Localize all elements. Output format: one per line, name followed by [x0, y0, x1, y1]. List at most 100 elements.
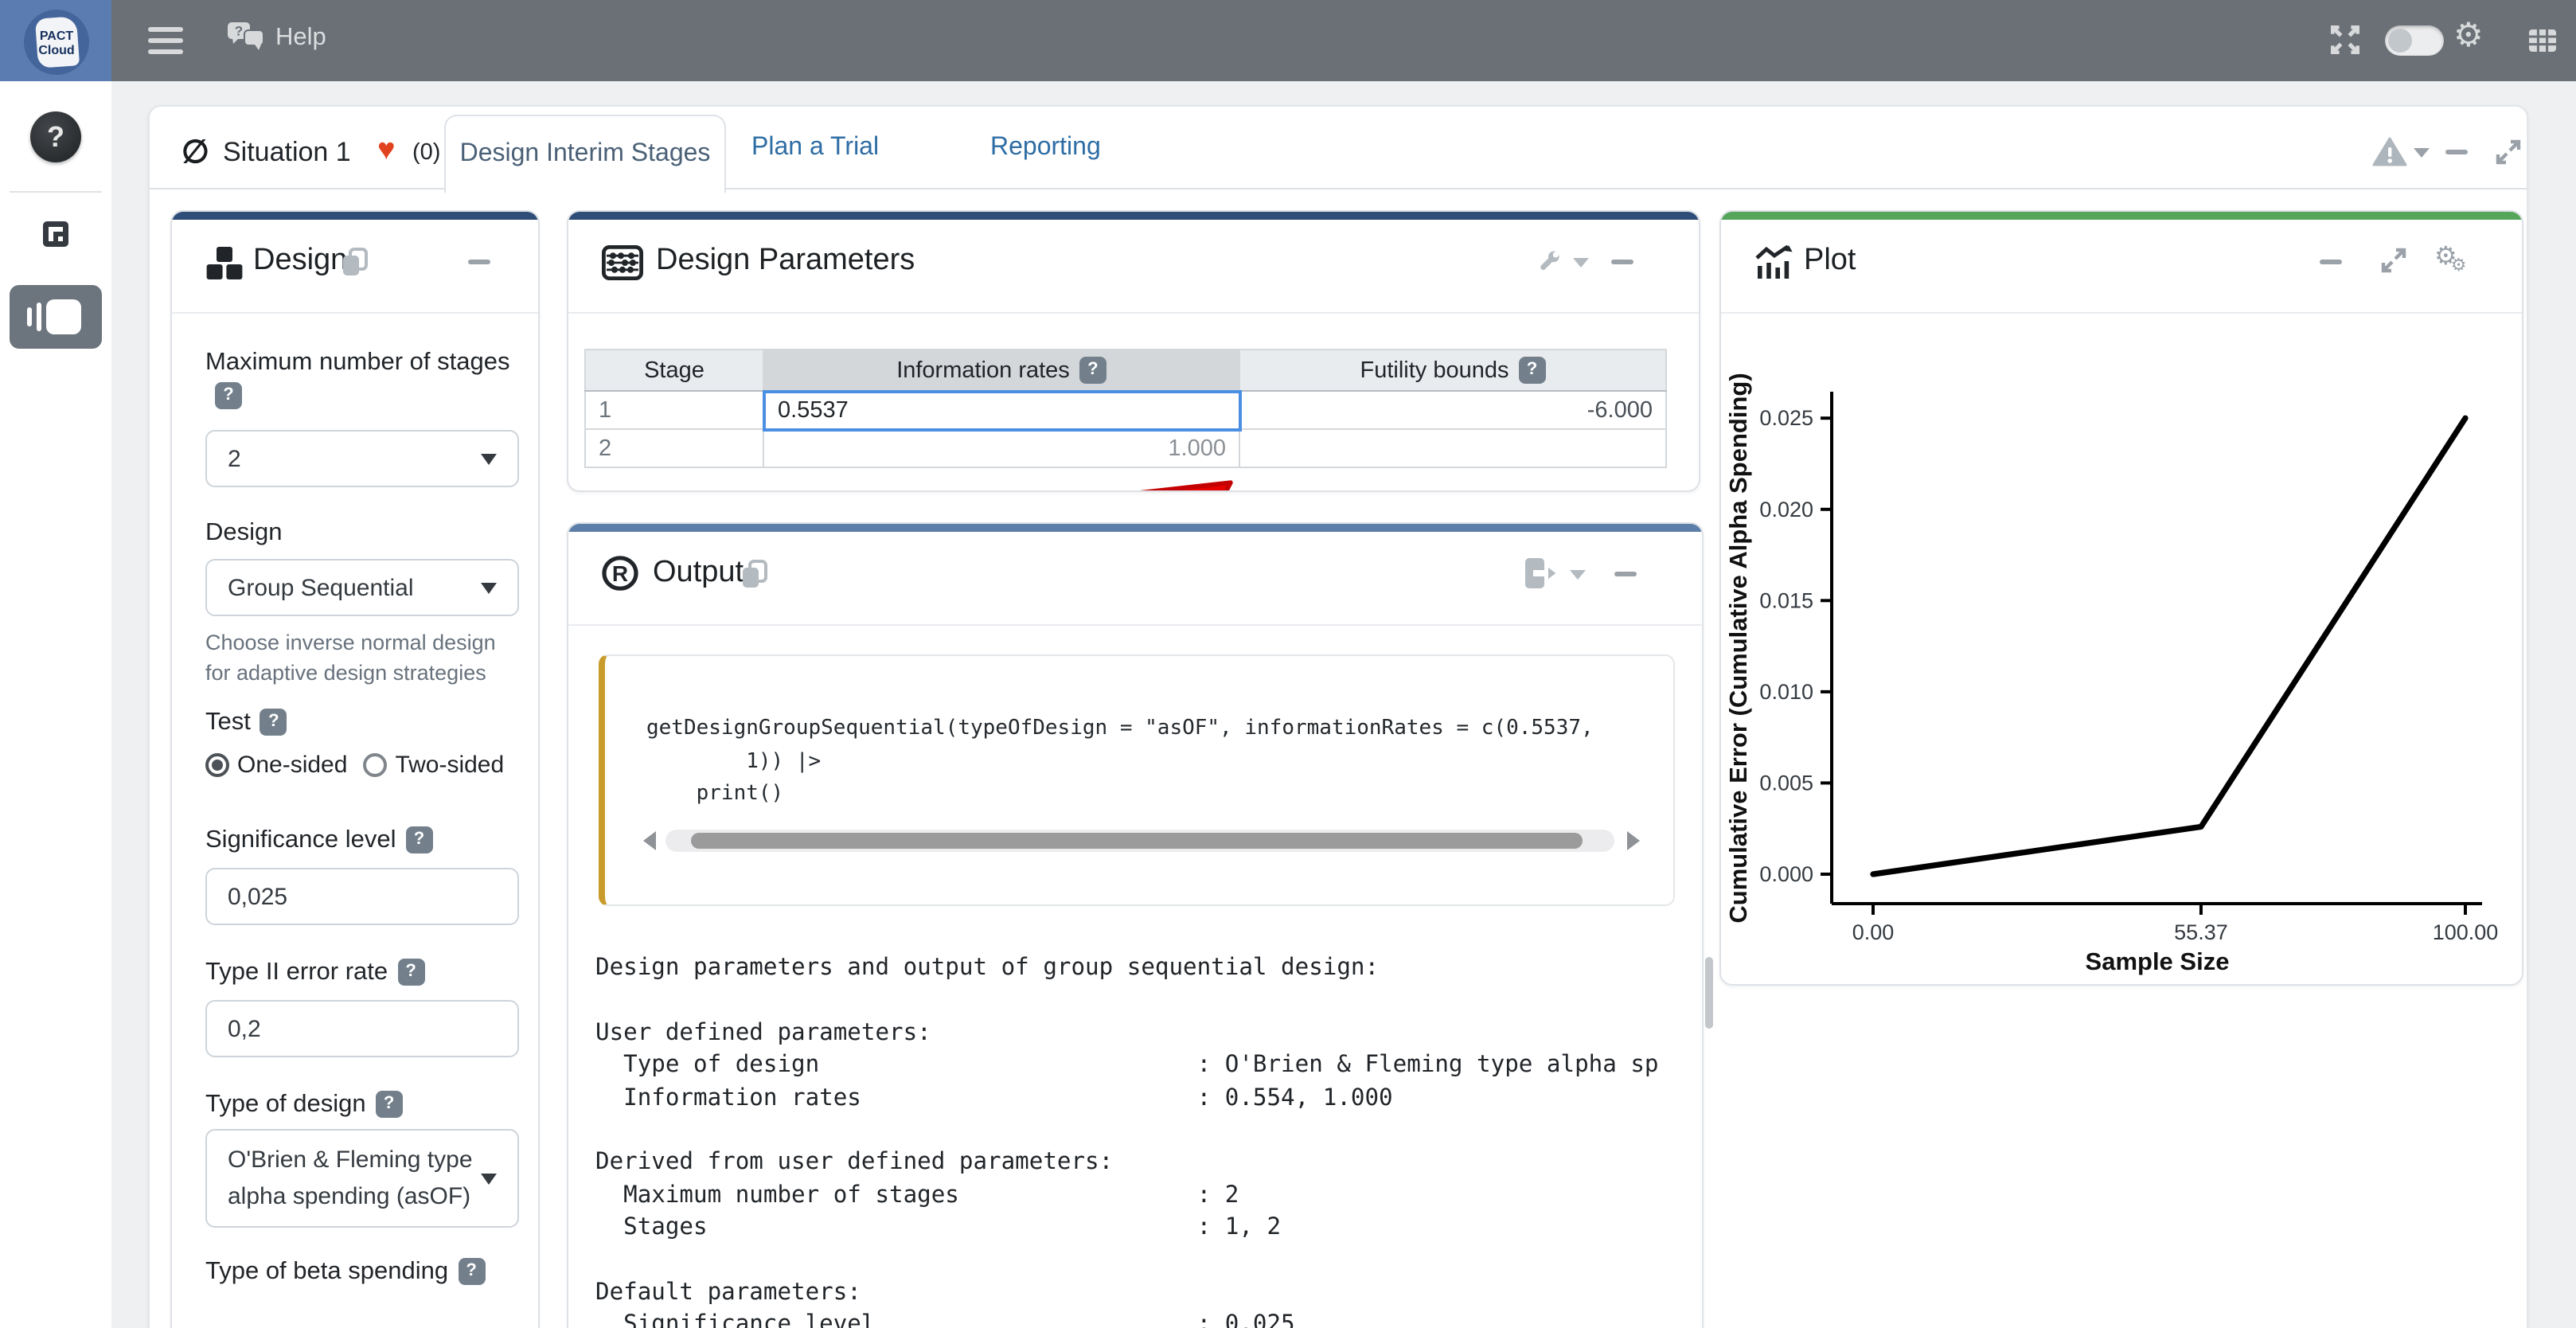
sidebar-divider — [10, 191, 102, 193]
svg-text:0.010: 0.010 — [1759, 680, 1813, 704]
menu-hamburger-icon[interactable] — [148, 27, 183, 54]
help-button[interactable]: ? Help — [228, 22, 326, 53]
chevron-down-icon — [481, 454, 497, 465]
output-panel-title: Output — [653, 556, 744, 591]
theme-toggle[interactable] — [2385, 25, 2444, 56]
design-parameters-title: Design Parameters — [656, 244, 915, 279]
col-stage[interactable]: Stage — [585, 350, 763, 391]
svg-text:0.00: 0.00 — [1852, 920, 1895, 944]
svg-text:0.015: 0.015 — [1759, 588, 1813, 612]
tab-reporting[interactable]: Reporting — [990, 107, 1101, 189]
situation-title: Situation 1 — [223, 137, 351, 169]
test-help-icon[interactable] — [260, 709, 287, 736]
table-cell[interactable] — [1239, 429, 1666, 467]
type-of-design-select[interactable]: O'Brien & Fleming type alpha spending (a… — [205, 1129, 519, 1228]
design-select[interactable]: Group Sequential — [205, 559, 519, 616]
alpha-spending-chart: 0.0000.0050.0100.0150.0200.025 0.0055.37… — [1721, 212, 2519, 978]
copy-icon[interactable] — [341, 247, 369, 277]
max-stages-select[interactable]: 2 — [205, 430, 519, 487]
design-select-helper: Choose inverse normal design for adaptiv… — [205, 627, 524, 688]
chevron-down-icon — [481, 1174, 497, 1185]
avatar[interactable]: ? — [30, 111, 81, 162]
table-row: 21.000 — [585, 429, 1666, 467]
flag-icon[interactable] — [43, 221, 68, 247]
futility-bounds-help-icon[interactable] — [1519, 357, 1546, 384]
code-hscrollbar — [643, 828, 1640, 853]
output-panel-minimize[interactable] — [1614, 572, 1637, 576]
situation-card: ∅ Situation 1 ♥ (0) Design Interim Stage… — [148, 105, 2528, 1328]
table-cell[interactable]: -6.000 — [1239, 391, 1666, 429]
tab-plan-a-trial[interactable]: Plan a Trial — [751, 107, 879, 189]
app-window: PACT Cloud ? Help ⚙ — [0, 0, 2576, 1328]
type2-help-icon[interactable] — [397, 959, 424, 986]
type2-label: Type II error rate — [205, 955, 424, 989]
chevron-down-icon — [481, 583, 497, 594]
design-panel-minimize[interactable] — [468, 260, 490, 264]
col-futility-bounds[interactable]: Futility bounds — [1239, 350, 1666, 391]
help-bubble-icon: ? — [228, 22, 266, 53]
export-icon[interactable] — [1524, 557, 1557, 589]
svg-text:0.025: 0.025 — [1759, 406, 1813, 430]
r-logo-icon: R — [602, 556, 640, 592]
beta-spending-label: Type of beta spending — [205, 1255, 485, 1288]
r-code[interactable]: getDesignGroupSequential(typeOfDesign = … — [646, 713, 1594, 811]
test-label: Test — [205, 705, 287, 739]
wrench-icon[interactable] — [1536, 248, 1562, 274]
app-logo[interactable]: PACT Cloud — [0, 0, 111, 83]
type-of-design-label: Type of design — [205, 1088, 403, 1121]
warning-dropdown-caret[interactable] — [2414, 148, 2430, 158]
top-bar: PACT Cloud ? Help ⚙ — [0, 0, 2576, 81]
table-cell[interactable]: 1.000 — [763, 429, 1239, 467]
table-cell[interactable]: 1 — [585, 391, 763, 429]
scroll-right-arrow[interactable] — [1627, 831, 1640, 850]
empty-set-icon: ∅ — [181, 132, 209, 172]
radio-two-sided[interactable] — [363, 753, 387, 777]
significance-input[interactable]: 0,025 — [205, 868, 519, 925]
wrench-dropdown-caret[interactable] — [1573, 258, 1589, 268]
design-panel-title: Design — [253, 244, 347, 279]
card-expand-icon[interactable] — [2495, 139, 2522, 166]
logo-circle-icon: PACT Cloud — [24, 10, 89, 75]
beta-spending-help-icon[interactable] — [458, 1258, 485, 1285]
column-vscrollbar-thumb[interactable] — [1705, 957, 1713, 1029]
heart-icon[interactable]: ♥ — [377, 134, 396, 169]
table-header-row: Stage Information rates Futility bounds — [585, 350, 1666, 391]
type-of-design-help-icon[interactable] — [376, 1091, 403, 1118]
abacus-icon — [602, 245, 643, 280]
help-label: Help — [275, 23, 326, 52]
significance-help-icon[interactable] — [406, 826, 433, 853]
max-stages-label: Maximum number of stages — [205, 346, 527, 412]
fullscreen-icon[interactable] — [2331, 25, 2359, 54]
plot-panel: Plot ⚙⚙ 0.0000.0050.0100.0150.0200.025 0… — [1719, 210, 2523, 986]
scroll-left-arrow[interactable] — [643, 831, 656, 850]
table-row: 10.5537-6.000 — [585, 391, 1666, 429]
export-dropdown-caret[interactable] — [1570, 570, 1586, 580]
radio-one-sided[interactable] — [205, 753, 229, 777]
settings-gear-icon[interactable]: ⚙ — [2453, 21, 2484, 53]
svg-text:R: R — [612, 561, 628, 586]
max-stages-help-icon[interactable] — [215, 382, 242, 409]
svg-text:0.020: 0.020 — [1759, 498, 1813, 521]
tab-design-interim-stages[interactable]: Design Interim Stages — [444, 115, 726, 193]
card-minimize-button[interactable] — [2445, 150, 2468, 154]
table-cell[interactable]: 0.5537 — [763, 391, 1239, 429]
design-panel: Design Maximum number of stages 2 Design — [170, 210, 540, 1328]
svg-text:55.37: 55.37 — [2174, 920, 2228, 944]
col-information-rates[interactable]: Information rates — [763, 350, 1239, 391]
svg-text:100.00: 100.00 — [2433, 920, 2499, 944]
warning-icon[interactable] — [2372, 137, 2407, 167]
type2-input[interactable]: 0,2 — [205, 1000, 519, 1057]
svg-text:?: ? — [235, 23, 243, 38]
apps-grid-icon[interactable] — [2528, 29, 2557, 53]
design-parameters-minimize[interactable] — [1611, 260, 1633, 264]
table-cell[interactable]: 2 — [585, 429, 763, 467]
design-panel-accent — [172, 212, 538, 220]
logo-line1: PACT — [40, 28, 73, 42]
information-rates-help-icon[interactable] — [1079, 357, 1107, 384]
left-sidebar: ? — [0, 81, 113, 1328]
sidebar-collapse-button[interactable] — [10, 285, 102, 349]
svg-text:Cumulative Error (Cumulative A: Cumulative Error (Cumulative Alpha Spend… — [1724, 373, 1752, 923]
cubes-icon — [205, 247, 244, 282]
scrollbar-thumb[interactable] — [691, 833, 1583, 849]
copy-icon[interactable] — [740, 559, 769, 589]
